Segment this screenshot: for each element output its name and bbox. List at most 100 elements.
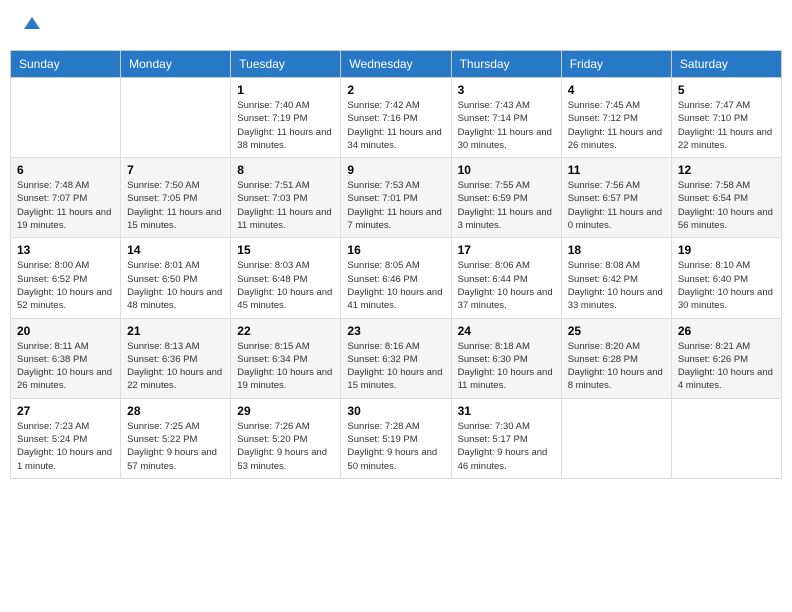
- calendar-week-row: 6 Sunrise: 7:48 AMSunset: 7:07 PMDaylight…: [11, 158, 782, 238]
- day-info: Sunrise: 7:50 AMSunset: 7:05 PMDaylight:…: [127, 179, 224, 232]
- calendar-cell: [671, 398, 781, 478]
- day-info: Sunrise: 7:47 AMSunset: 7:10 PMDaylight:…: [678, 99, 775, 152]
- day-of-week-header: Sunday: [11, 51, 121, 78]
- day-info: Sunrise: 7:43 AMSunset: 7:14 PMDaylight:…: [458, 99, 555, 152]
- day-number: 10: [458, 163, 555, 177]
- day-info: Sunrise: 8:21 AMSunset: 6:26 PMDaylight:…: [678, 340, 775, 393]
- calendar-cell: 11 Sunrise: 7:56 AMSunset: 6:57 PMDayligh…: [561, 158, 671, 238]
- calendar-cell: 24 Sunrise: 8:18 AMSunset: 6:30 PMDayligh…: [451, 318, 561, 398]
- day-info: Sunrise: 8:01 AMSunset: 6:50 PMDaylight:…: [127, 259, 224, 312]
- day-info: Sunrise: 8:11 AMSunset: 6:38 PMDaylight:…: [17, 340, 114, 393]
- day-number: 30: [347, 404, 444, 418]
- calendar-cell: 8 Sunrise: 7:51 AMSunset: 7:03 PMDaylight…: [231, 158, 341, 238]
- day-of-week-header: Tuesday: [231, 51, 341, 78]
- day-of-week-header: Friday: [561, 51, 671, 78]
- page-header: [10, 10, 782, 40]
- calendar-cell: 18 Sunrise: 8:08 AMSunset: 6:42 PMDayligh…: [561, 238, 671, 318]
- day-number: 19: [678, 243, 775, 257]
- day-info: Sunrise: 8:13 AMSunset: 6:36 PMDaylight:…: [127, 340, 224, 393]
- day-info: Sunrise: 8:16 AMSunset: 6:32 PMDaylight:…: [347, 340, 444, 393]
- day-number: 7: [127, 163, 224, 177]
- calendar-cell: [11, 78, 121, 158]
- day-info: Sunrise: 7:40 AMSunset: 7:19 PMDaylight:…: [237, 99, 334, 152]
- day-number: 1: [237, 83, 334, 97]
- day-of-week-header: Saturday: [671, 51, 781, 78]
- day-of-week-header: Wednesday: [341, 51, 451, 78]
- calendar-cell: 31 Sunrise: 7:30 AMSunset: 5:17 PMDayligh…: [451, 398, 561, 478]
- calendar-header-row: SundayMondayTuesdayWednesdayThursdayFrid…: [11, 51, 782, 78]
- calendar-cell: 29 Sunrise: 7:26 AMSunset: 5:20 PMDayligh…: [231, 398, 341, 478]
- day-number: 2: [347, 83, 444, 97]
- calendar-cell: 30 Sunrise: 7:28 AMSunset: 5:19 PMDayligh…: [341, 398, 451, 478]
- day-number: 21: [127, 324, 224, 338]
- calendar-cell: 26 Sunrise: 8:21 AMSunset: 6:26 PMDayligh…: [671, 318, 781, 398]
- logo: [20, 15, 44, 35]
- calendar-cell: 6 Sunrise: 7:48 AMSunset: 7:07 PMDaylight…: [11, 158, 121, 238]
- day-info: Sunrise: 8:06 AMSunset: 6:44 PMDaylight:…: [458, 259, 555, 312]
- calendar-cell: 2Sunrise: 7:42 AMSunset: 7:16 PMDaylight…: [341, 78, 451, 158]
- calendar-cell: 9 Sunrise: 7:53 AMSunset: 7:01 PMDaylight…: [341, 158, 451, 238]
- calendar-cell: 16 Sunrise: 8:05 AMSunset: 6:46 PMDayligh…: [341, 238, 451, 318]
- day-number: 23: [347, 324, 444, 338]
- day-number: 27: [17, 404, 114, 418]
- day-number: 26: [678, 324, 775, 338]
- day-number: 20: [17, 324, 114, 338]
- calendar-week-row: 27 Sunrise: 7:23 AMSunset: 5:24 PMDayligh…: [11, 398, 782, 478]
- calendar-cell: 12 Sunrise: 7:58 AMSunset: 6:54 PMDayligh…: [671, 158, 781, 238]
- day-number: 6: [17, 163, 114, 177]
- calendar-cell: 28 Sunrise: 7:25 AMSunset: 5:22 PMDayligh…: [121, 398, 231, 478]
- day-info: Sunrise: 7:56 AMSunset: 6:57 PMDaylight:…: [568, 179, 665, 232]
- day-number: 16: [347, 243, 444, 257]
- day-info: Sunrise: 7:28 AMSunset: 5:19 PMDaylight:…: [347, 420, 444, 473]
- calendar-cell: [561, 398, 671, 478]
- day-info: Sunrise: 8:15 AMSunset: 6:34 PMDaylight:…: [237, 340, 334, 393]
- day-number: 28: [127, 404, 224, 418]
- day-info: Sunrise: 7:51 AMSunset: 7:03 PMDaylight:…: [237, 179, 334, 232]
- day-of-week-header: Thursday: [451, 51, 561, 78]
- day-info: Sunrise: 7:58 AMSunset: 6:54 PMDaylight:…: [678, 179, 775, 232]
- day-number: 8: [237, 163, 334, 177]
- day-number: 9: [347, 163, 444, 177]
- calendar-cell: 1 Sunrise: 7:40 AMSunset: 7:19 PMDaylight…: [231, 78, 341, 158]
- calendar-cell: 20 Sunrise: 8:11 AMSunset: 6:38 PMDayligh…: [11, 318, 121, 398]
- day-of-week-header: Monday: [121, 51, 231, 78]
- day-info: Sunrise: 7:23 AMSunset: 5:24 PMDaylight:…: [17, 420, 114, 473]
- day-number: 5: [678, 83, 775, 97]
- day-info: Sunrise: 7:53 AMSunset: 7:01 PMDaylight:…: [347, 179, 444, 232]
- day-info: Sunrise: 7:48 AMSunset: 7:07 PMDaylight:…: [17, 179, 114, 232]
- day-number: 25: [568, 324, 665, 338]
- calendar-cell: [121, 78, 231, 158]
- day-info: Sunrise: 8:20 AMSunset: 6:28 PMDaylight:…: [568, 340, 665, 393]
- calendar-cell: 13Sunrise: 8:00 AMSunset: 6:52 PMDayligh…: [11, 238, 121, 318]
- day-info: Sunrise: 8:03 AMSunset: 6:48 PMDaylight:…: [237, 259, 334, 312]
- calendar-cell: 10Sunrise: 7:55 AMSunset: 6:59 PMDayligh…: [451, 158, 561, 238]
- day-number: 11: [568, 163, 665, 177]
- calendar-cell: 7 Sunrise: 7:50 AMSunset: 7:05 PMDaylight…: [121, 158, 231, 238]
- calendar-cell: 3 Sunrise: 7:43 AMSunset: 7:14 PMDaylight…: [451, 78, 561, 158]
- calendar-cell: 17 Sunrise: 8:06 AMSunset: 6:44 PMDayligh…: [451, 238, 561, 318]
- day-number: 17: [458, 243, 555, 257]
- day-number: 31: [458, 404, 555, 418]
- day-info: Sunrise: 7:25 AMSunset: 5:22 PMDaylight:…: [127, 420, 224, 473]
- day-info: Sunrise: 8:00 AMSunset: 6:52 PMDaylight:…: [17, 259, 114, 312]
- calendar-cell: 25 Sunrise: 8:20 AMSunset: 6:28 PMDayligh…: [561, 318, 671, 398]
- calendar-cell: 5 Sunrise: 7:47 AMSunset: 7:10 PMDaylight…: [671, 78, 781, 158]
- calendar-cell: 15 Sunrise: 8:03 AMSunset: 6:48 PMDayligh…: [231, 238, 341, 318]
- day-info: Sunrise: 8:05 AMSunset: 6:46 PMDaylight:…: [347, 259, 444, 312]
- day-number: 29: [237, 404, 334, 418]
- calendar-week-row: 13Sunrise: 8:00 AMSunset: 6:52 PMDayligh…: [11, 238, 782, 318]
- day-number: 3: [458, 83, 555, 97]
- calendar-cell: 22 Sunrise: 8:15 AMSunset: 6:34 PMDayligh…: [231, 318, 341, 398]
- day-number: 24: [458, 324, 555, 338]
- day-info: Sunrise: 8:08 AMSunset: 6:42 PMDaylight:…: [568, 259, 665, 312]
- day-number: 22: [237, 324, 334, 338]
- day-number: 4: [568, 83, 665, 97]
- day-number: 12: [678, 163, 775, 177]
- day-info: Sunrise: 7:30 AMSunset: 5:17 PMDaylight:…: [458, 420, 555, 473]
- day-info: Sunrise: 8:18 AMSunset: 6:30 PMDaylight:…: [458, 340, 555, 393]
- day-info: Sunrise: 7:26 AMSunset: 5:20 PMDaylight:…: [237, 420, 334, 473]
- calendar-week-row: 20 Sunrise: 8:11 AMSunset: 6:38 PMDayligh…: [11, 318, 782, 398]
- day-number: 18: [568, 243, 665, 257]
- day-number: 14: [127, 243, 224, 257]
- day-number: 15: [237, 243, 334, 257]
